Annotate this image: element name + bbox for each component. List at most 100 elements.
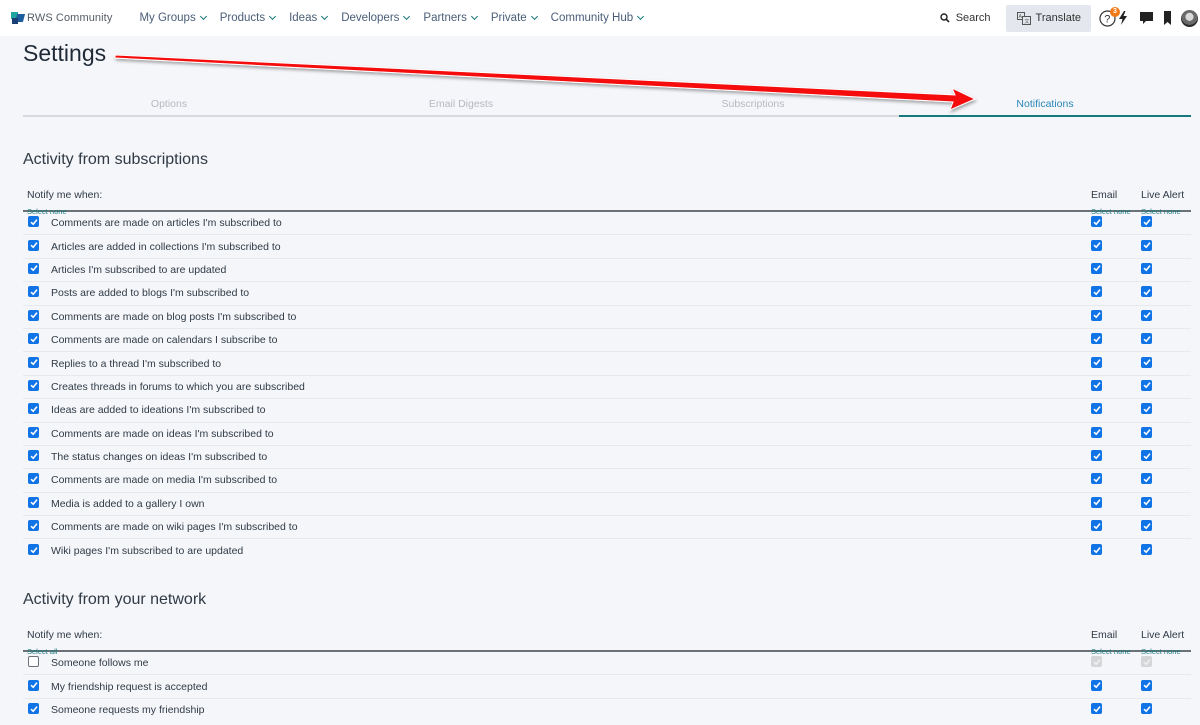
notification-enable-checkbox[interactable] (28, 544, 39, 556)
email-checkbox[interactable] (1091, 473, 1102, 485)
notification-enable-checkbox[interactable] (28, 656, 39, 668)
email-checkbox[interactable] (1091, 379, 1102, 391)
live-alert-checkbox[interactable] (1141, 216, 1152, 228)
nav-private[interactable]: Private (490, 2, 538, 34)
notification-label: Creates threads in forums to which you a… (51, 380, 305, 393)
notification-enable-checkbox[interactable] (28, 262, 39, 274)
email-checkbox[interactable] (1091, 544, 1102, 556)
email-checkbox[interactable] (1091, 239, 1102, 251)
notification-row: Someone follows me (23, 652, 1191, 676)
live-alert-checkbox[interactable] (1141, 309, 1152, 321)
live-alert-checkbox[interactable] (1141, 239, 1152, 251)
live-alert-checkbox[interactable] (1141, 262, 1152, 274)
nav-label: Private (490, 12, 527, 24)
notification-row: Creates threads in forums to which you a… (23, 376, 1191, 400)
user-avatar[interactable] (1181, 9, 1198, 27)
nav-label: My Groups (139, 12, 196, 24)
tab-options[interactable]: Options (23, 93, 315, 117)
email-checkbox[interactable] (1091, 520, 1102, 532)
notification-enable-checkbox[interactable] (28, 216, 39, 228)
live-alert-checkbox[interactable] (1141, 520, 1152, 532)
live-alert-checkbox[interactable] (1141, 450, 1152, 462)
notification-enable-checkbox[interactable] (28, 520, 39, 532)
live-alert-checkbox[interactable] (1141, 286, 1152, 298)
email-checkbox[interactable] (1091, 450, 1102, 462)
live-alert-checkbox[interactable] (1141, 496, 1152, 508)
activity-button[interactable] (1119, 11, 1127, 25)
notification-enable-checkbox[interactable] (28, 379, 39, 391)
notification-enable-checkbox[interactable] (28, 473, 39, 485)
live-alert-column-label: Live Alert (1141, 629, 1185, 641)
email-checkbox[interactable] (1091, 262, 1102, 274)
bookmark-icon (1164, 11, 1171, 25)
email-checkbox[interactable] (1091, 286, 1102, 298)
notification-enable-checkbox[interactable] (28, 450, 39, 462)
section-activity-from-subscriptions: Activity from subscriptions Notify me wh… (23, 151, 1191, 563)
nav-community-hub[interactable]: Community Hub (551, 2, 645, 34)
svg-text:?: ? (1104, 13, 1110, 25)
live-alert-checkbox[interactable] (1141, 333, 1152, 345)
email-checkbox[interactable] (1091, 679, 1102, 691)
help-button[interactable]: ? 3 (1099, 6, 1120, 27)
nav-partners[interactable]: Partners (423, 2, 478, 34)
notification-row: Media is added to a gallery I own (23, 493, 1191, 517)
email-checkbox[interactable] (1091, 356, 1102, 368)
notification-row: Someone requests my friendship (23, 699, 1191, 722)
notification-label: Comments are made on media I'm subscribe… (51, 474, 278, 487)
tab-notifications[interactable]: Notifications (899, 93, 1191, 117)
main-nav: My Groups Products Ideas Developers Part… (139, 2, 657, 34)
notification-enable-checkbox[interactable] (28, 356, 39, 368)
email-checkbox[interactable] (1091, 403, 1102, 415)
live-alert-checkbox[interactable] (1141, 473, 1152, 485)
notification-row: Comments are made on calendars I subscri… (23, 329, 1191, 353)
chevron-down-icon (637, 12, 645, 21)
email-checkbox[interactable] (1091, 703, 1102, 715)
notification-enable-checkbox[interactable] (28, 496, 39, 508)
live-alert-column-label: Live Alert (1141, 189, 1185, 201)
email-checkbox[interactable] (1091, 426, 1102, 438)
tab-subscriptions[interactable]: Subscriptions (607, 93, 899, 117)
translate-button[interactable]: A文 Translate (1005, 4, 1091, 32)
live-alert-checkbox[interactable] (1141, 403, 1152, 415)
notification-enable-checkbox[interactable] (28, 703, 39, 715)
email-checkbox[interactable] (1091, 309, 1102, 321)
notification-row: The status changes on ideas I'm subscrib… (23, 446, 1191, 470)
search-label: Search (955, 12, 991, 24)
email-checkbox[interactable] (1091, 333, 1102, 345)
notification-label: Ideas are added to ideations I'm subscri… (51, 404, 266, 417)
notification-row: Comments are made on blog posts I'm subs… (23, 306, 1191, 329)
email-checkbox[interactable] (1091, 216, 1102, 228)
bookmarks-button[interactable] (1164, 11, 1171, 25)
tab-email-digests[interactable]: Email Digests (315, 93, 607, 117)
notification-row: Comments are made on media I'm subscribe… (23, 469, 1191, 493)
notification-enable-checkbox[interactable] (28, 426, 39, 438)
nav-label: Products (219, 12, 266, 24)
messages-button[interactable] (1140, 12, 1153, 24)
notification-enable-checkbox[interactable] (28, 403, 39, 415)
live-alert-checkbox[interactable] (1141, 356, 1152, 368)
live-alert-checkbox[interactable] (1141, 544, 1152, 556)
live-alert-checkbox[interactable] (1141, 703, 1152, 715)
page-title: Settings (23, 40, 107, 66)
notification-enable-checkbox[interactable] (28, 286, 39, 298)
nav-my-groups[interactable]: My Groups (139, 2, 207, 34)
live-alert-checkbox[interactable] (1141, 679, 1152, 691)
notification-label: Media is added to a gallery I own (51, 497, 205, 510)
notification-enable-checkbox[interactable] (28, 239, 39, 251)
live-alert-checkbox[interactable] (1141, 379, 1152, 391)
notification-enable-checkbox[interactable] (28, 333, 39, 345)
search-button[interactable]: Search (939, 12, 991, 24)
notification-label: Posts are added to blogs I'm subscribed … (51, 287, 250, 300)
nav-products[interactable]: Products (219, 2, 277, 34)
nav-ideas[interactable]: Ideas (289, 2, 329, 34)
nav-developers[interactable]: Developers (341, 2, 411, 34)
notification-enable-checkbox[interactable] (28, 679, 39, 691)
email-checkbox[interactable] (1091, 496, 1102, 508)
notification-label: Articles I'm subscribed to are updated (51, 263, 227, 276)
chevron-down-icon (199, 12, 207, 21)
notification-enable-checkbox[interactable] (28, 309, 39, 321)
site-logo[interactable]: RWS Community (11, 3, 112, 33)
live-alert-checkbox[interactable] (1141, 426, 1152, 438)
section-title: Activity from your network (23, 591, 207, 608)
nav-label: Partners (423, 12, 467, 24)
